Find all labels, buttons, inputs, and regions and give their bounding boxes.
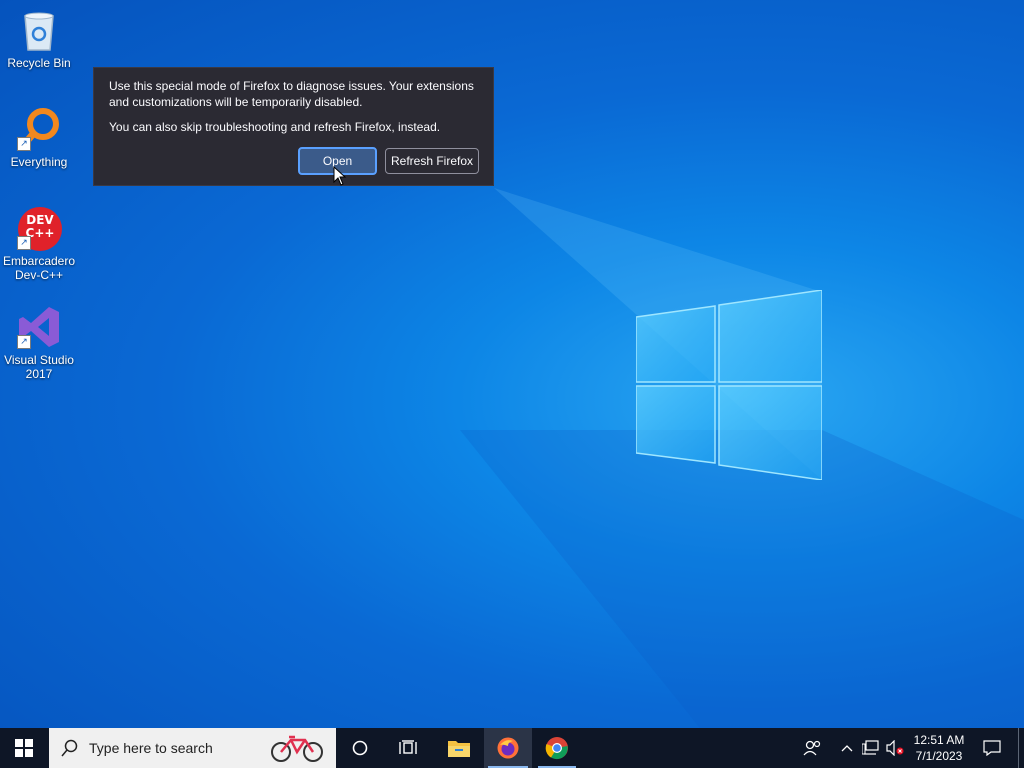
action-center-button[interactable] [978,728,1006,768]
clock[interactable]: 12:51 AM 7/1/2023 [908,728,970,768]
desktop-icon-everything[interactable]: ↗ Everything [0,107,79,169]
cortana-button[interactable] [340,728,380,768]
clock-time: 12:51 AM [913,733,965,747]
dialog-secondary-message: You can also skip troubleshooting and re… [109,120,441,134]
task-view-button[interactable] [388,728,428,768]
recycle-bin-icon [17,8,61,52]
cortana-icon [352,740,368,756]
firefox-icon [497,737,519,759]
taskbar-search-box[interactable]: Type here to search [49,728,336,768]
desktop-icon-label: Embarcadero Dev-C++ [2,254,76,282]
desktop-icon-label: Everything [10,155,68,169]
everything-search-icon: ↗ [17,107,61,151]
mouse-cursor-icon [333,166,347,186]
file-explorer-button[interactable] [436,728,482,768]
desktop-icon-label: Recycle Bin [7,56,71,70]
shortcut-arrow-icon: ↗ [17,236,31,250]
desktop: Recycle Bin ↗ Everything DEV C++ ↗ Embar… [0,0,1024,728]
devcpp-icon: DEV C++ ↗ [17,206,62,251]
shortcut-arrow-icon: ↗ [17,335,31,349]
network-icon [862,740,879,755]
shortcut-arrow-icon: ↗ [17,137,31,151]
notification-icon [983,740,1001,756]
search-placeholder: Type here to search [89,740,213,756]
taskbar: Type here to search 12:51 AM 7/1/2023 [0,728,1024,768]
clock-date: 7/1/2023 [915,749,963,763]
people-button[interactable] [798,728,826,768]
network-button[interactable] [860,728,882,768]
desktop-icon-devcpp[interactable]: DEV C++ ↗ Embarcadero Dev-C++ [0,206,79,282]
firefox-taskbar-button[interactable] [484,728,532,768]
file-explorer-icon [448,741,470,757]
chevron-up-icon [841,745,853,752]
desktop-icon-label: Visual Studio 2017 [4,353,74,381]
chrome-taskbar-button[interactable] [534,728,580,768]
search-highlight-bicycle-icon [271,735,323,762]
windows-logo [636,290,822,480]
refresh-firefox-button[interactable]: Refresh Firefox [385,148,479,174]
desktop-icon-visual-studio[interactable]: ↗ Visual Studio 2017 [0,305,79,381]
start-button[interactable] [0,728,48,768]
volume-button[interactable] [884,728,906,768]
people-icon [803,740,821,756]
desktop-icon-recycle-bin[interactable]: Recycle Bin [0,8,79,70]
windows-start-icon [15,739,33,757]
search-icon [61,739,78,757]
chrome-icon [545,737,568,760]
task-view-icon [399,740,417,754]
volume-muted-icon [886,740,904,756]
visual-studio-icon: ↗ [17,305,61,349]
dialog-message: Use this special mode of Firefox to diag… [109,79,474,109]
troubleshoot-mode-dialog: Use this special mode of Firefox to diag… [93,67,494,186]
show-hidden-icons-button[interactable] [836,728,858,768]
show-desktop-button[interactable] [1018,728,1024,768]
